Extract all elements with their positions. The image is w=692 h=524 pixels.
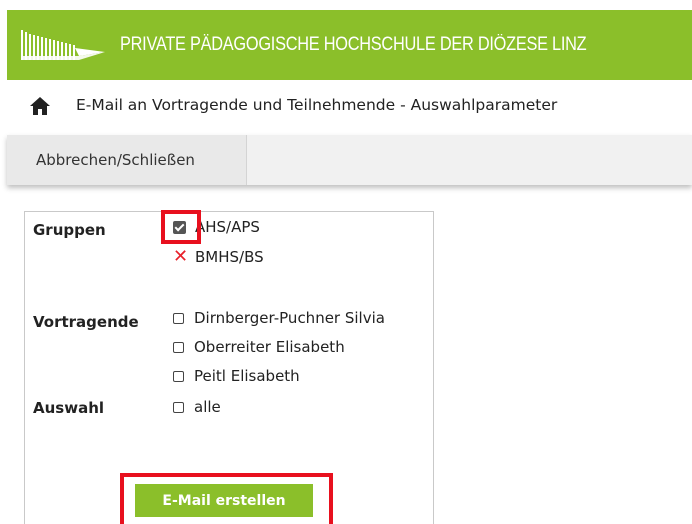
- group-option-bmhs-bs[interactable]: ✕ BMHS/BS: [173, 246, 264, 268]
- page-title: E-Mail an Vortragende und Teilnehmende -…: [76, 96, 558, 114]
- checkbox-icon[interactable]: [173, 312, 184, 324]
- header-banner: PRIVATE PÄDAGOGISCHE HOCHSCHULE DER DIÖZ…: [7, 10, 692, 80]
- checkbox-icon[interactable]: [173, 370, 184, 382]
- select-all-option[interactable]: alle: [173, 396, 221, 418]
- speaker-option-oberreiter[interactable]: Oberreiter Elisabeth: [173, 336, 345, 358]
- groups-label: Gruppen: [33, 221, 106, 239]
- highlight-box-submit: [120, 473, 333, 524]
- excluded-x-icon[interactable]: ✕: [173, 248, 188, 266]
- speaker-option-dirnberger-puchner[interactable]: Dirnberger-Puchner Silvia: [173, 307, 385, 329]
- selection-label: Auswahl: [33, 399, 105, 417]
- select-all-label: alle: [194, 398, 221, 416]
- speaker-option-label: Dirnberger-Puchner Silvia: [194, 309, 385, 327]
- checkbox-icon[interactable]: [173, 401, 184, 413]
- speaker-option-label: Peitl Elisabeth: [194, 367, 300, 385]
- home-icon[interactable]: [29, 96, 51, 116]
- group-option-label: BMHS/BS: [195, 248, 264, 266]
- group-option-label: AHS/APS: [195, 218, 260, 236]
- highlight-box-checkbox: [161, 210, 201, 244]
- speaker-option-label: Oberreiter Elisabeth: [194, 338, 345, 356]
- checkbox-icon[interactable]: [173, 341, 184, 353]
- speakers-label: Vortragende: [33, 313, 139, 331]
- institution-name: PRIVATE PÄDAGOGISCHE HOCHSCHULE DER DIÖZ…: [120, 34, 587, 55]
- ph-linz-logo-icon: [21, 30, 105, 60]
- speaker-option-peitl[interactable]: Peitl Elisabeth: [173, 365, 300, 387]
- cancel-close-button[interactable]: Abbrechen/Schließen: [7, 135, 247, 185]
